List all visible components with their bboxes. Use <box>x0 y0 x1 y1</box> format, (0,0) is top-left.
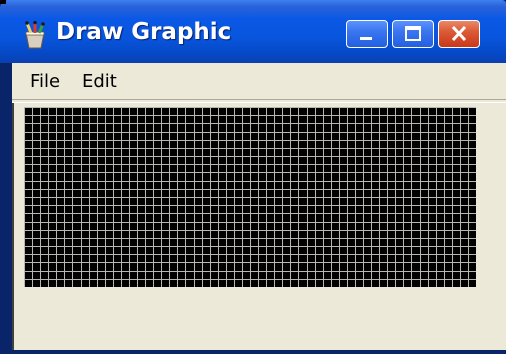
window-corner <box>0 0 6 4</box>
menu-file[interactable]: File <box>30 71 60 92</box>
close-button[interactable] <box>438 20 480 48</box>
menu-bar: File Edit <box>12 63 506 99</box>
app-window: Draw Graphic File Edit <box>0 0 506 354</box>
title-bar[interactable]: Draw Graphic <box>0 0 506 63</box>
grid-lines <box>24 107 476 287</box>
frame-left-edge <box>12 103 18 354</box>
paintbrush-cup-icon[interactable] <box>22 20 48 49</box>
canvas-frame <box>12 103 506 354</box>
client-area: File Edit <box>12 63 506 354</box>
window-title: Draw Graphic <box>56 19 232 45</box>
maximize-icon <box>405 26 421 41</box>
menu-edit[interactable]: Edit <box>82 71 117 92</box>
maximize-button[interactable] <box>392 20 434 48</box>
drawing-grid[interactable] <box>24 107 476 287</box>
minimize-button[interactable] <box>346 20 388 48</box>
close-icon <box>451 25 467 42</box>
window-bottom-edge <box>0 350 506 354</box>
minimize-icon <box>360 37 372 40</box>
